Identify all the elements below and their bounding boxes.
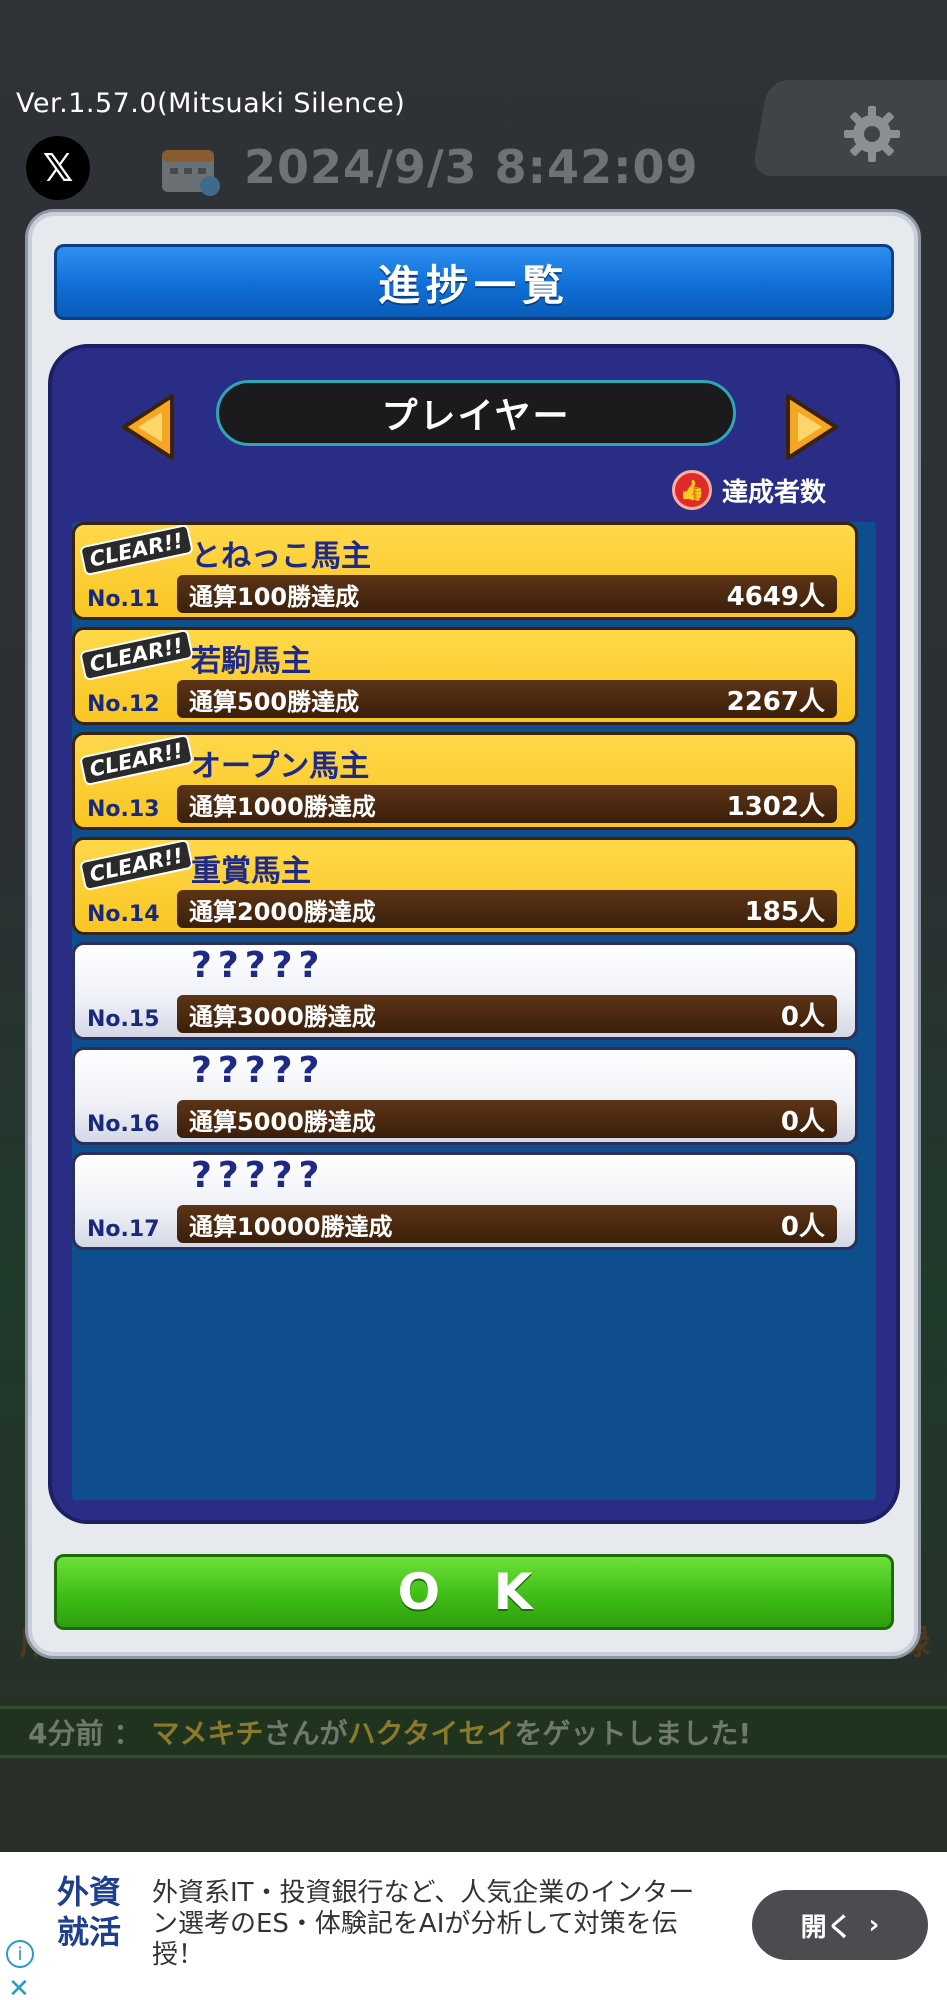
x-share-button[interactable]: 𝕏	[26, 136, 90, 200]
achievement-number: No.12	[87, 692, 160, 717]
clear-badge: CLEAR!!	[79, 630, 194, 682]
achievement-row: CLEAR!! No.14 重賞馬主 通算2000勝達成 185人	[72, 837, 858, 935]
achievement-list[interactable]: CLEAR!! No.11 とねっこ馬主 通算100勝達成 4649人 CLEA…	[72, 522, 876, 1500]
achiever-count: 2267人	[726, 686, 825, 717]
ad-banner[interactable]: 外資 就活 外資系IT・投資銀行など、人気企業のインターン選考のES・体験記をA…	[0, 1852, 947, 2000]
achievement-number: No.16	[87, 1112, 160, 1137]
clear-badge: CLEAR!!	[79, 525, 194, 577]
ad-open-label: 開く	[800, 1912, 853, 1943]
version-label: Ver.1.57.0(Mitsuaki Silence)	[16, 88, 406, 119]
progress-list-dialog: 進捗一覧 プレイヤー 👍 達成者数 CLEAR!! No.11 とねっこ馬主 通…	[28, 212, 918, 1656]
achievement-title: オープン馬主	[191, 749, 370, 784]
achievement-desc: 通算500勝達成	[189, 687, 360, 716]
info-icon[interactable]: i	[6, 1940, 34, 1968]
x-logo-icon: 𝕏	[42, 146, 74, 190]
ad-logo-line2: 就活	[56, 1913, 121, 1951]
achievement-bar: 通算10000勝達成 0人	[177, 1205, 837, 1243]
achievement-number: No.13	[87, 797, 160, 822]
achievement-row: CLEAR!! No.12 若駒馬主 通算500勝達成 2267人	[72, 627, 858, 725]
clear-badge: CLEAR!!	[79, 735, 194, 787]
chevron-right-icon: ›	[868, 1910, 880, 1940]
ticker-tail: をゲットしました!	[514, 1717, 752, 1750]
achievement-row: No.17 ????? 通算10000勝達成 0人	[72, 1152, 858, 1250]
achiever-count: 4649人	[726, 581, 825, 612]
ok-button[interactable]: O K	[54, 1554, 894, 1630]
achievement-bar: 通算100勝達成 4649人	[177, 575, 837, 613]
achievement-number: No.11	[87, 587, 160, 612]
calendar-icon	[162, 150, 220, 196]
achievers-legend: 👍 達成者数	[672, 470, 826, 510]
achievement-bar: 通算3000勝達成 0人	[177, 995, 837, 1033]
achievement-row: CLEAR!! No.13 オープン馬主 通算1000勝達成 1302人	[72, 732, 858, 830]
achievement-title: とねっこ馬主	[191, 539, 371, 574]
achievement-row: CLEAR!! No.11 とねっこ馬主 通算100勝達成 4649人	[72, 522, 858, 620]
achievement-desc: 通算1000勝達成	[189, 792, 376, 821]
progress-panel: プレイヤー 👍 達成者数 CLEAR!! No.11 とねっこ馬主 通算100勝…	[48, 344, 900, 1524]
dialog-title: 進捗一覧	[54, 244, 894, 320]
achievement-title: 重賞馬主	[191, 854, 311, 889]
ticker-item: ハクタイセイ	[347, 1717, 515, 1750]
ticker-mid: さんが	[263, 1717, 348, 1750]
achievement-bar: 通算1000勝達成 1302人	[177, 785, 837, 823]
current-datetime: 2024/9/3 8:42:09	[244, 140, 699, 194]
ticker-separator: ：	[113, 1717, 142, 1750]
achievement-row: No.15 ????? 通算3000勝達成 0人	[72, 942, 858, 1040]
clear-badge: CLEAR!!	[79, 840, 194, 892]
achievement-number: No.14	[87, 902, 160, 927]
achievement-bar: 通算500勝達成 2267人	[177, 680, 837, 718]
achievement-bar: 通算5000勝達成 0人	[177, 1100, 837, 1138]
achievement-number: No.17	[87, 1217, 160, 1242]
arrow-left-icon[interactable]	[118, 392, 178, 462]
achievement-desc: 通算10000勝達成	[189, 1212, 393, 1241]
achiever-count: 1302人	[726, 791, 825, 822]
achievement-desc: 通算3000勝達成	[189, 1002, 376, 1031]
achiever-count: 0人	[780, 1106, 825, 1137]
legend-label: 達成者数	[722, 477, 827, 508]
ticker-time: 4分前	[28, 1717, 104, 1750]
achiever-count: 185人	[744, 896, 825, 927]
achievement-desc: 通算5000勝達成	[189, 1107, 376, 1136]
achievement-title: ?????	[191, 945, 326, 986]
achievement-number: No.15	[87, 1007, 160, 1032]
category-label: プレイヤー	[216, 380, 736, 446]
achievement-desc: 通算2000勝達成	[189, 897, 376, 926]
achiever-count: 0人	[780, 1211, 825, 1242]
achievement-desc: 通算100勝達成	[189, 582, 360, 611]
ticker-user: マメキチ	[151, 1717, 264, 1750]
achievement-bar: 通算2000勝達成 185人	[177, 890, 837, 928]
ad-logo: 外資 就活	[54, 1872, 124, 1952]
ad-open-button[interactable]: 開く ›	[752, 1890, 928, 1960]
thumbs-up-icon: 👍	[672, 470, 712, 510]
arrow-right-icon[interactable]	[782, 392, 842, 462]
close-icon[interactable]: ✕	[8, 1974, 30, 2000]
achiever-count: 0人	[780, 1001, 825, 1032]
achievement-row: No.16 ????? 通算5000勝達成 0人	[72, 1047, 858, 1145]
gear-icon[interactable]	[842, 104, 902, 164]
achievement-title: ?????	[191, 1050, 326, 1091]
ad-logo-line1: 外資	[56, 1873, 121, 1911]
ad-text: 外資系IT・投資銀行など、人気企業のインターン選考のES・体験記をAIが分析して…	[152, 1878, 695, 1970]
news-ticker: 4分前 ： マメキチ さんが ハクタイセイ をゲットしました!	[0, 1706, 947, 1758]
achievement-title: ?????	[191, 1155, 326, 1196]
achievement-title: 若駒馬主	[191, 644, 311, 679]
